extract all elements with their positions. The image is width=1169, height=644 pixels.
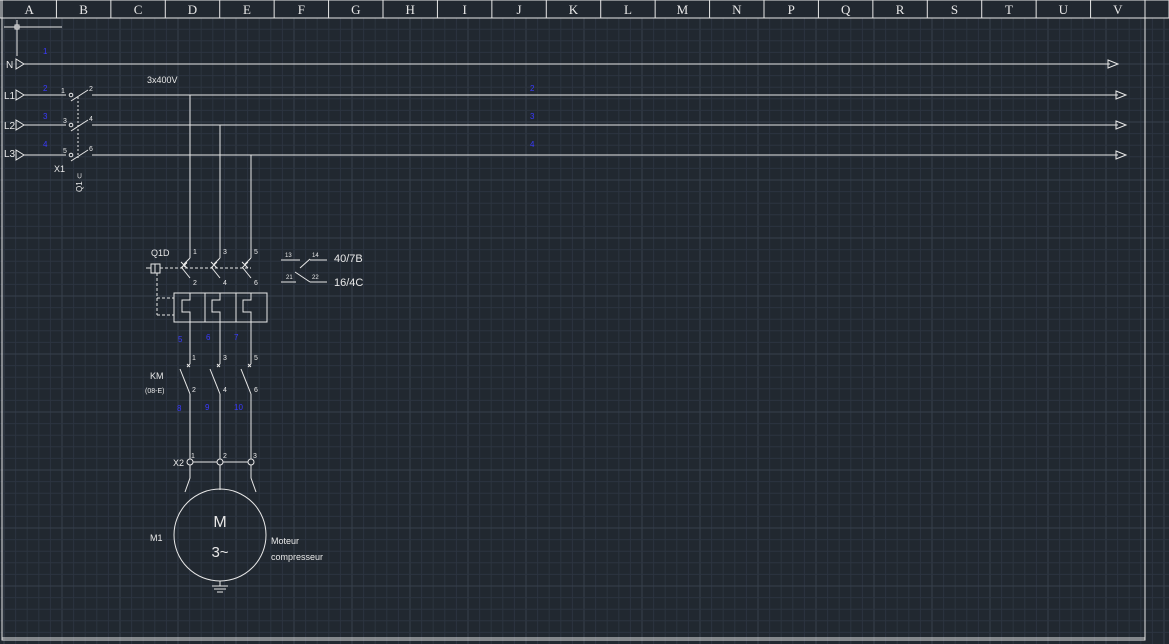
svg-text:2: 2 xyxy=(89,86,93,93)
wire-number: 2 xyxy=(43,84,48,93)
svg-text:7: 7 xyxy=(234,333,239,342)
svg-text:9: 9 xyxy=(205,403,210,412)
svg-text:2: 2 xyxy=(192,387,196,394)
column-label: R xyxy=(896,2,905,17)
column-label: P xyxy=(788,2,795,17)
column-label: H xyxy=(406,2,415,17)
contactor-ref: (08-E) xyxy=(145,388,164,395)
svg-text:1: 1 xyxy=(193,249,197,256)
breaker-name: Q1D xyxy=(151,248,170,258)
motor-description: Moteur xyxy=(271,536,299,546)
wire-number: 4 xyxy=(530,140,535,149)
svg-text:3: 3 xyxy=(253,453,257,460)
svg-text:8: 8 xyxy=(177,404,182,413)
svg-text:3: 3 xyxy=(223,249,227,256)
column-label: U xyxy=(1059,2,1069,17)
svg-text:1: 1 xyxy=(61,88,65,95)
column-label: T xyxy=(1005,2,1013,17)
rail-n: N 1 xyxy=(6,47,1120,71)
wire-number: 2 xyxy=(530,84,535,93)
svg-text:4: 4 xyxy=(223,280,227,287)
svg-text:5: 5 xyxy=(254,249,258,256)
svg-text:2: 2 xyxy=(223,453,227,460)
aux-contact-ref: 16/4C xyxy=(334,277,363,289)
rail-label-l3: L3 xyxy=(4,149,16,160)
column-header: ABCDEFGHIJKLMNPQRSTUV xyxy=(0,0,1169,19)
wire-number: 3 xyxy=(43,112,48,121)
drawing-frame xyxy=(1,17,1146,639)
wire-number: 3 xyxy=(530,112,535,121)
contactor-name: KM xyxy=(150,371,164,381)
column-label: I xyxy=(462,2,466,17)
main-switch-label: Q1 ⊂ xyxy=(75,172,84,192)
svg-text:5: 5 xyxy=(63,148,67,155)
wire-number: 1 xyxy=(43,47,48,56)
svg-text:3: 3 xyxy=(63,118,67,125)
column-label: F xyxy=(298,2,305,17)
electrical-schematic: ABCDEFGHIJKLMNPQRSTUV N 1 L1 2 2 L2 3 3 … xyxy=(0,0,1169,644)
column-label: K xyxy=(569,2,579,17)
column-label: C xyxy=(134,2,143,17)
column-label: N xyxy=(732,2,742,17)
motor-symbol-phase: 3~ xyxy=(211,544,228,561)
motor-name: M1 xyxy=(150,533,163,543)
terminal-block-name: X2 xyxy=(173,458,184,468)
column-label: V xyxy=(1113,2,1123,17)
motor-symbol-m: M xyxy=(213,514,226,531)
svg-text:1: 1 xyxy=(192,355,196,362)
column-label: M xyxy=(677,2,689,17)
feeder-wires xyxy=(189,95,252,258)
svg-text:14: 14 xyxy=(312,253,319,259)
motor-wires xyxy=(184,465,257,493)
column-label: J xyxy=(517,2,522,17)
motor-symbol xyxy=(173,488,267,582)
svg-text:13: 13 xyxy=(285,253,292,259)
svg-text:6: 6 xyxy=(89,146,93,153)
motor-description: compresseur xyxy=(271,552,323,562)
svg-text:21: 21 xyxy=(286,275,293,281)
column-label: G xyxy=(351,2,360,17)
breaker-to-contactor-wires xyxy=(189,322,252,364)
column-label: E xyxy=(243,2,251,17)
svg-text:1: 1 xyxy=(191,453,195,460)
svg-text:4: 4 xyxy=(89,116,93,123)
outer-frame xyxy=(1,0,1146,641)
svg-text:6: 6 xyxy=(254,280,258,287)
main-switch-name: X1 xyxy=(54,164,65,174)
svg-text:4: 4 xyxy=(223,387,227,394)
column-label: B xyxy=(79,2,88,17)
ucs-marker xyxy=(4,20,62,56)
svg-text:2: 2 xyxy=(193,280,197,287)
aux-contact-ref: 40/7B xyxy=(334,253,363,265)
column-label: A xyxy=(25,2,35,17)
svg-text:6: 6 xyxy=(206,333,211,342)
column-label: S xyxy=(951,2,958,17)
terminal-block-x2: X2 1 2 3 xyxy=(173,453,257,468)
supply-voltage-label: 3x400V xyxy=(147,75,178,85)
svg-text:5: 5 xyxy=(178,335,183,344)
rail-label-l1: L1 xyxy=(4,91,16,102)
svg-text:22: 22 xyxy=(312,275,319,281)
column-label: L xyxy=(624,2,632,17)
rail-label-n: N xyxy=(6,60,13,71)
column-label: D xyxy=(188,2,197,17)
rail-label-l2: L2 xyxy=(4,121,16,132)
column-label: Q xyxy=(841,2,851,17)
wire-number: 4 xyxy=(43,140,48,149)
svg-text:5: 5 xyxy=(254,355,258,362)
svg-text:6: 6 xyxy=(254,387,258,394)
svg-text:10: 10 xyxy=(234,403,243,412)
svg-text:3: 3 xyxy=(223,355,227,362)
